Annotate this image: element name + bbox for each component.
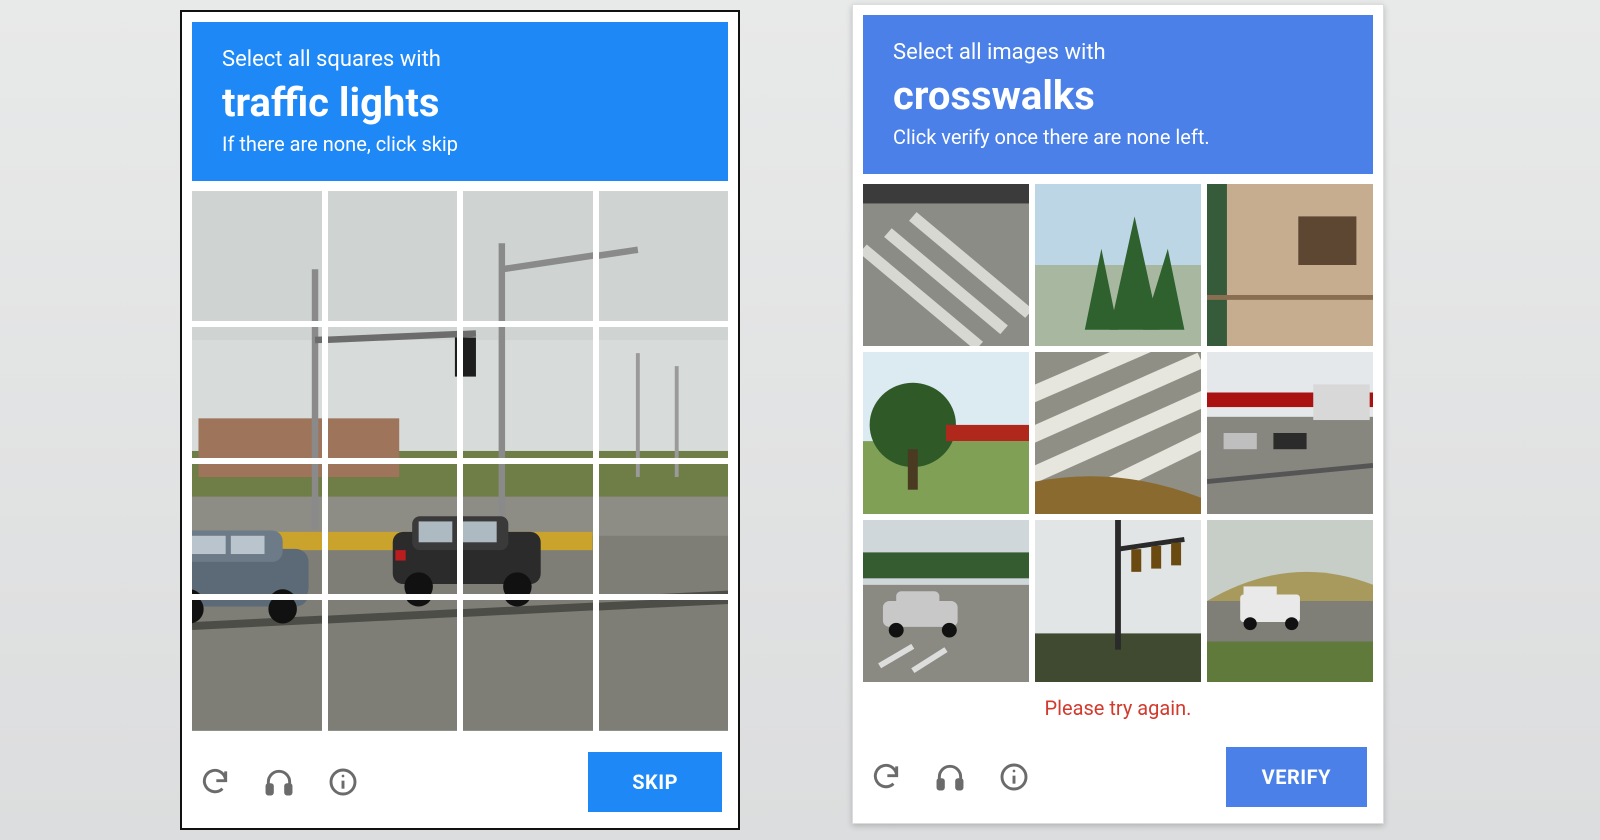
captcha-header: Select all squares with traffic lights I… [192, 22, 728, 181]
grid-tile[interactable] [1035, 352, 1201, 514]
grid-tile[interactable] [599, 600, 729, 731]
grid-tile[interactable] [328, 191, 458, 322]
error-message: Please try again. [863, 696, 1373, 720]
grid-tile[interactable] [1035, 184, 1201, 346]
verify-button[interactable]: VERIFY [1226, 747, 1367, 807]
grid-tile[interactable] [1207, 520, 1373, 682]
grid-tile[interactable] [328, 464, 458, 595]
header-instruction: Select all images with [893, 39, 1343, 67]
grid-tile[interactable] [328, 600, 458, 731]
grid-tile[interactable] [1207, 184, 1373, 346]
header-subtext: Click verify once there are none left. [893, 125, 1343, 150]
refresh-icon[interactable] [869, 760, 903, 794]
grid-tile[interactable] [1207, 352, 1373, 514]
skip-button[interactable]: SKIP [588, 752, 722, 812]
grid-tile[interactable] [463, 327, 593, 458]
grid-tile[interactable] [863, 520, 1029, 682]
grid-tile[interactable] [1035, 520, 1201, 682]
grid-tile[interactable] [463, 600, 593, 731]
grid-tile[interactable] [463, 191, 593, 322]
info-icon[interactable] [997, 760, 1031, 794]
captcha-header: Select all images with crosswalks Click … [863, 15, 1373, 174]
captcha-panel-traffic-lights: Select all squares with traffic lights I… [180, 10, 740, 830]
captcha-footer: SKIP [192, 742, 728, 818]
refresh-icon[interactable] [198, 765, 232, 799]
grid-tile[interactable] [863, 352, 1029, 514]
header-subject: traffic lights [222, 78, 698, 128]
grid-tile[interactable] [599, 464, 729, 595]
grid-tile[interactable] [192, 464, 322, 595]
grid-tile[interactable] [192, 327, 322, 458]
grid-tile[interactable] [599, 191, 729, 322]
headphones-icon[interactable] [933, 760, 967, 794]
grid-tile[interactable] [192, 600, 322, 731]
headphones-icon[interactable] [262, 765, 296, 799]
grid-tile[interactable] [328, 327, 458, 458]
grid-tile[interactable] [599, 327, 729, 458]
captcha-grid-3x3 [863, 184, 1373, 682]
header-subject: crosswalks [893, 71, 1343, 121]
grid-tile[interactable] [463, 464, 593, 595]
captcha-panel-crosswalks: Select all images with crosswalks Click … [852, 4, 1384, 824]
captcha-grid-4x4 [192, 191, 728, 731]
grid-tile[interactable] [863, 184, 1029, 346]
header-instruction: Select all squares with [222, 46, 698, 74]
header-subtext: If there are none, click skip [222, 132, 698, 157]
captcha-footer: VERIFY [863, 737, 1373, 813]
info-icon[interactable] [326, 765, 360, 799]
grid-tile[interactable] [192, 191, 322, 322]
